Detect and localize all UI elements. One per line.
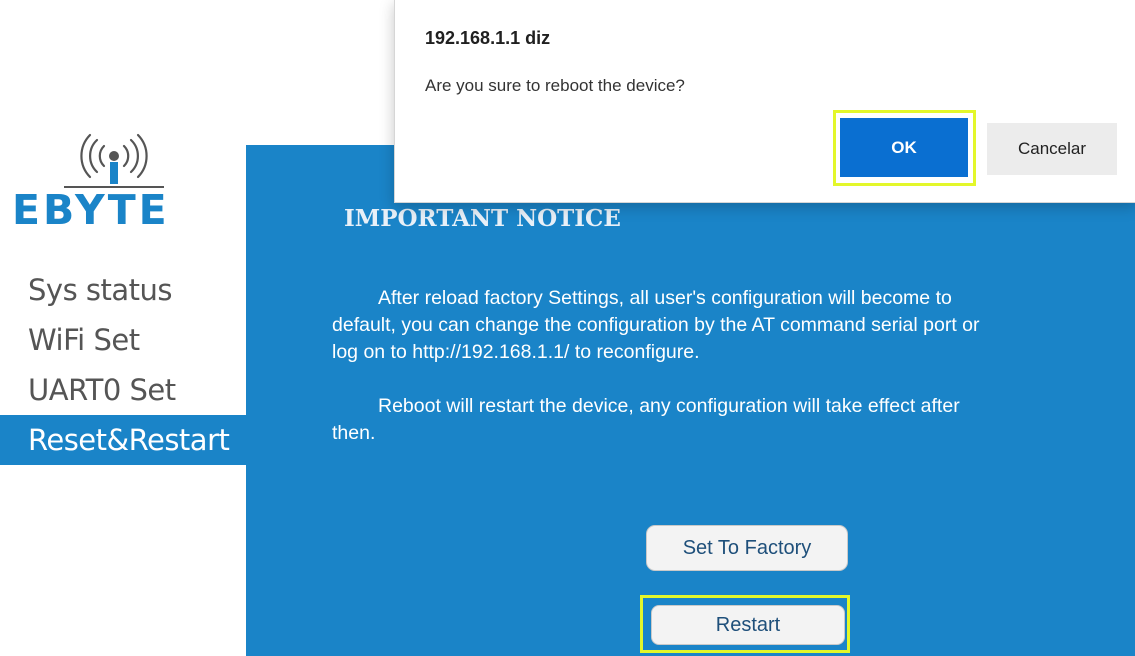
ok-highlight: OK: [833, 110, 976, 186]
sidebar-item-reset-restart[interactable]: Reset&Restart: [0, 415, 246, 465]
ok-button[interactable]: OK: [840, 118, 968, 177]
ebyte-logo: EBYTE: [12, 132, 197, 232]
sidebar-item-wifi-set[interactable]: WiFi Set: [0, 315, 246, 365]
reboot-notice: Reboot will restart the device, any conf…: [332, 393, 1135, 447]
notice-text: default, you can change the configuratio…: [332, 314, 980, 336]
factory-reset-notice: After reload factory Settings, all user'…: [332, 285, 1135, 366]
set-to-factory-button[interactable]: Set To Factory: [646, 525, 848, 571]
confirm-dialog: 192.168.1.1 diz Are you sure to reboot t…: [394, 0, 1135, 203]
sidebar-item-sys-status[interactable]: Sys status: [0, 265, 246, 315]
notice-text: then.: [332, 422, 376, 444]
cancel-button[interactable]: Cancelar: [987, 123, 1117, 175]
main-panel: IMPORTANT NOTICE After reload factory Se…: [246, 145, 1135, 656]
wifi-tower-icon: [64, 133, 164, 188]
dialog-message: Are you sure to reboot the device?: [425, 76, 685, 95]
notice-title: IMPORTANT NOTICE: [344, 205, 621, 232]
notice-text: log on to http://192.168.1.1/ to reconfi…: [332, 341, 700, 363]
restart-button[interactable]: Restart: [651, 605, 845, 645]
dialog-title: 192.168.1.1 diz: [425, 28, 551, 48]
sidebar-item-uart0-set[interactable]: UART0 Set: [0, 365, 246, 415]
logo-text: EBYTE: [12, 186, 170, 234]
notice-text: Reboot will restart the device, any conf…: [378, 395, 960, 417]
restart-highlight: Restart: [640, 595, 850, 653]
notice-text: After reload factory Settings, all user'…: [378, 287, 952, 309]
sidebar-nav: Sys status WiFi Set UART0 Set Reset&Rest…: [0, 265, 246, 465]
